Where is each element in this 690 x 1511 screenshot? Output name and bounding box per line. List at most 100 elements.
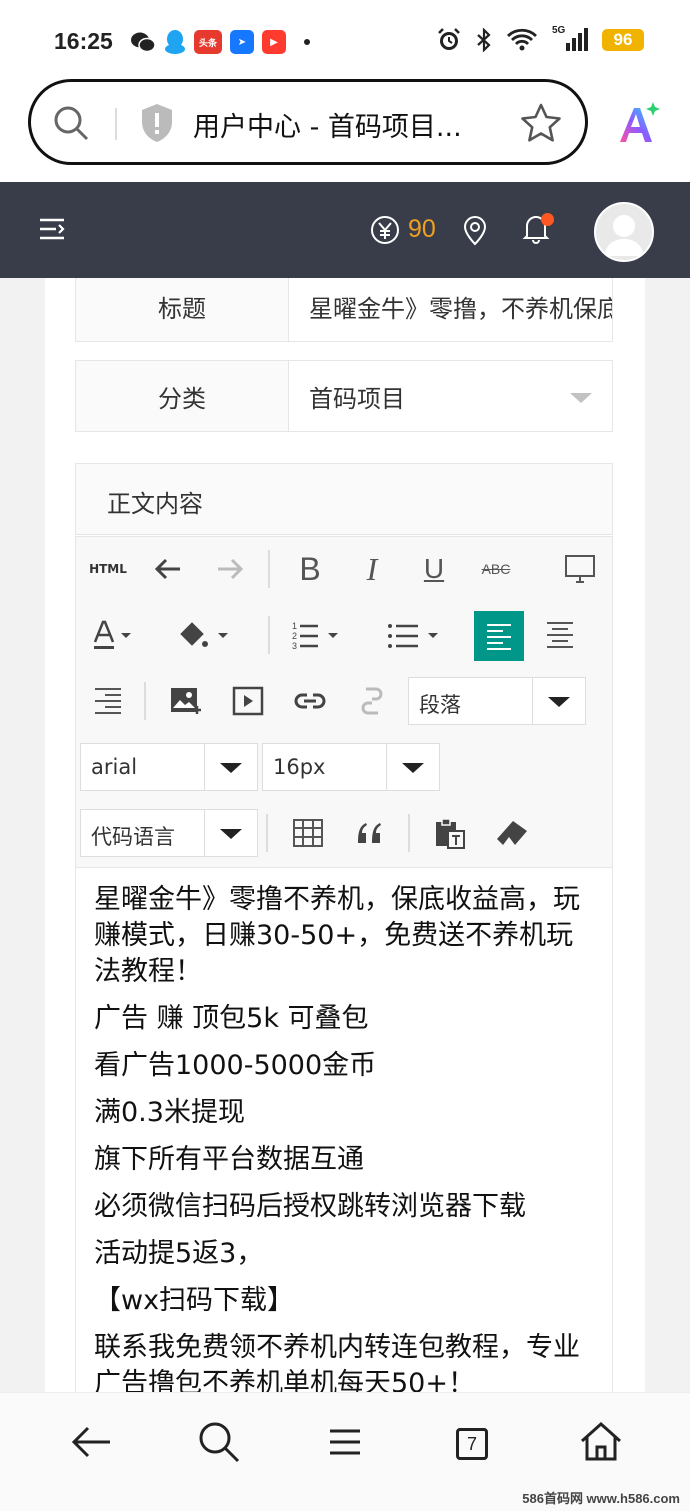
bookmark-star-icon[interactable] bbox=[519, 101, 563, 145]
toolbar-divider bbox=[266, 814, 268, 852]
shield-icon[interactable] bbox=[139, 102, 175, 144]
align-center-button[interactable] bbox=[536, 611, 584, 659]
paragraph-format-value: 段落 bbox=[419, 693, 461, 717]
insert-video-button[interactable] bbox=[224, 677, 272, 725]
address-separator bbox=[115, 108, 117, 140]
chevron-down-icon[interactable] bbox=[204, 810, 257, 856]
bluetooth-icon bbox=[477, 28, 491, 52]
page-title[interactable]: 用户中心 - 首码项目... bbox=[193, 105, 462, 144]
eraser-icon bbox=[497, 821, 527, 845]
font-size-value: 16px bbox=[273, 755, 326, 779]
unordered-list-button[interactable] bbox=[384, 611, 448, 659]
editor-toolbar: HTML B I U ABC 123 段落 arial 16px 代码语言 bbox=[76, 537, 612, 868]
strikethrough-button[interactable]: ABC bbox=[472, 545, 520, 593]
ai-assistant-icon[interactable] bbox=[616, 100, 662, 146]
svg-text:1: 1 bbox=[292, 621, 297, 631]
font-size-select[interactable]: 16px bbox=[262, 743, 440, 791]
site-watermark: 586首码网 www.h586.com bbox=[522, 1491, 680, 1506]
fullscreen-button[interactable] bbox=[556, 545, 604, 593]
italic-button[interactable]: I bbox=[348, 545, 396, 593]
align-left-button[interactable] bbox=[474, 611, 524, 661]
insert-link-button[interactable] bbox=[286, 677, 334, 725]
search-icon[interactable] bbox=[196, 1419, 242, 1465]
menu-icon[interactable] bbox=[324, 1419, 366, 1465]
address-bar[interactable]: 用户中心 - 首码项目... bbox=[28, 79, 588, 165]
background-color-button[interactable] bbox=[174, 611, 238, 659]
search-icon[interactable] bbox=[51, 103, 91, 143]
user-avatar[interactable] bbox=[594, 202, 654, 262]
status-right: 5G 96 bbox=[436, 25, 644, 53]
wechat-icon bbox=[131, 32, 156, 53]
category-select[interactable]: 首码项目 bbox=[309, 361, 612, 431]
table-icon bbox=[293, 819, 323, 847]
location-icon[interactable] bbox=[462, 214, 488, 246]
tabs-count-button[interactable]: 7 bbox=[456, 1428, 488, 1460]
svg-text:2: 2 bbox=[292, 631, 297, 641]
unlink-icon bbox=[361, 687, 383, 715]
back-arrow-icon[interactable] bbox=[68, 1419, 114, 1465]
font-color-icon bbox=[93, 620, 131, 649]
editor-paragraph: 旗下所有平台数据互通 bbox=[94, 1144, 364, 1175]
bold-button[interactable]: B bbox=[286, 545, 334, 593]
title-row: 标题 星曜金牛》零撸，不养机保底收益 bbox=[75, 278, 613, 342]
chevron-down-icon[interactable] bbox=[532, 678, 585, 724]
editor-paragraph: 联系我免费领不养机内转连包教程，专业广告撸包不养机单机每天50+！ bbox=[94, 1332, 580, 1392]
toolbar-divider bbox=[408, 814, 410, 852]
editor-paragraph: 满0.3米提现 bbox=[94, 1097, 245, 1128]
font-color-button[interactable] bbox=[84, 611, 148, 659]
insert-table-button[interactable] bbox=[284, 809, 332, 857]
align-right-button[interactable] bbox=[84, 677, 132, 725]
toolbar-divider bbox=[268, 550, 270, 588]
paragraph-format-select[interactable]: 段落 bbox=[408, 677, 586, 725]
top-navbar: 90 bbox=[0, 182, 690, 278]
body-label: 正文内容 bbox=[107, 490, 203, 518]
paste-text-button[interactable] bbox=[426, 809, 474, 857]
status-time: 16:25 bbox=[54, 28, 113, 54]
undo-button[interactable] bbox=[144, 545, 192, 593]
wifi-icon bbox=[507, 28, 537, 51]
insert-image-button[interactable] bbox=[162, 677, 210, 725]
align-left-icon bbox=[487, 624, 511, 650]
coin-icon[interactable] bbox=[370, 215, 400, 245]
unordered-list-icon bbox=[388, 624, 438, 648]
redo-button[interactable] bbox=[206, 545, 254, 593]
chevron-down-icon[interactable] bbox=[386, 744, 439, 790]
blockquote-button[interactable] bbox=[346, 809, 394, 857]
font-family-select[interactable]: arial bbox=[80, 743, 258, 791]
undo-icon bbox=[154, 558, 180, 580]
notification-icons: 头条 ➤ ▶ bbox=[130, 29, 310, 55]
editor-paragraph: 【wx扫码下载】 bbox=[94, 1285, 295, 1316]
qq-icon bbox=[165, 30, 185, 54]
home-icon[interactable] bbox=[578, 1419, 624, 1465]
chevron-down-icon[interactable] bbox=[204, 744, 257, 790]
unlink-button[interactable] bbox=[348, 677, 396, 725]
ordered-list-button[interactable]: 123 bbox=[286, 611, 350, 659]
underline-button[interactable]: U bbox=[410, 545, 458, 593]
dingtalk-icon: ➤ bbox=[230, 30, 254, 54]
editor-paragraph: 活动提5返3， bbox=[94, 1238, 264, 1269]
code-language-value: 代码语言 bbox=[91, 825, 175, 849]
clear-format-button[interactable] bbox=[488, 809, 536, 857]
link-icon bbox=[294, 693, 326, 709]
font-family-value: arial bbox=[91, 755, 138, 779]
signal-icon: 5G bbox=[552, 25, 588, 53]
user-avatar-icon bbox=[604, 215, 644, 256]
notification-dot bbox=[541, 213, 554, 226]
coin-balance[interactable]: 90 bbox=[408, 215, 436, 244]
toutiao-icon: 头条 bbox=[194, 30, 222, 54]
code-language-select[interactable]: 代码语言 bbox=[80, 809, 258, 857]
html-source-button[interactable]: HTML bbox=[84, 545, 132, 593]
editor-paragraph: 必须微信扫码后授权跳转浏览器下载 bbox=[94, 1191, 526, 1222]
ordered-list-icon: 123 bbox=[292, 621, 338, 651]
form-panel: 标题 星曜金牛》零撸，不养机保底收益 分类 首码项目 正文内容 HTML B I… bbox=[45, 278, 645, 1392]
title-input[interactable]: 星曜金牛》零撸，不养机保底收益 bbox=[309, 278, 612, 341]
editor-content[interactable]: 星曜金牛》零撸不养机，保底收益高，玩赚模式，日赚30-50+，免费送不养机玩法教… bbox=[94, 882, 594, 1392]
monitor-icon bbox=[565, 555, 595, 583]
category-dropdown-arrow-icon[interactable] bbox=[570, 393, 592, 403]
rich-text-editor: HTML B I U ABC 123 段落 arial 16px 代码语言 星曜… bbox=[75, 536, 613, 1392]
menu-toggle-icon[interactable] bbox=[38, 216, 66, 242]
toolbar-divider bbox=[144, 682, 146, 720]
title-label: 标题 bbox=[76, 278, 289, 341]
editor-paragraph: 看广告1000-5000金币 bbox=[94, 1050, 377, 1081]
editor-paragraph: 星曜金牛》零撸不养机，保底收益高，玩赚模式，日赚30-50+，免费送不养机玩法教… bbox=[94, 884, 580, 987]
